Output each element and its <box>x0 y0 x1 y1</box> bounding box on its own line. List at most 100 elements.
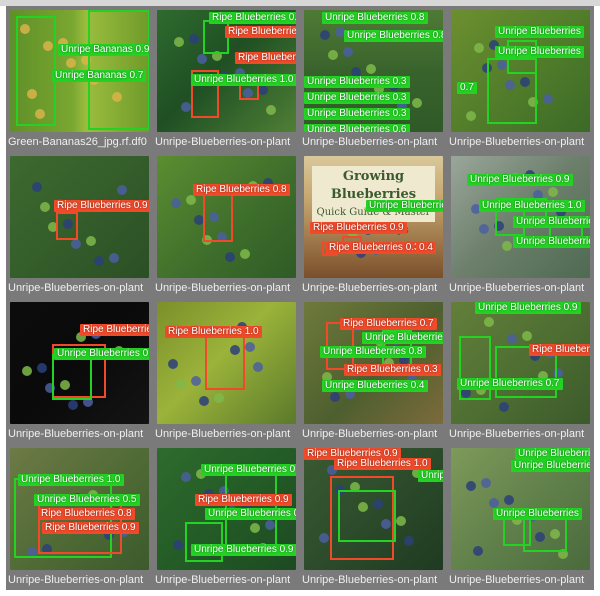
detection-label: Unripe Bananas 0.7 <box>52 70 147 82</box>
fruit-dot <box>174 37 184 47</box>
fruit-dot <box>176 379 186 389</box>
detection-label: 0.7 <box>457 82 477 94</box>
detection-label: Unripe Blueberries <box>495 46 584 58</box>
fruit-dot <box>473 546 483 556</box>
fruit-dot <box>253 362 263 372</box>
fruit-dot <box>66 58 76 68</box>
fruit-dot <box>225 252 235 262</box>
tile-image: Unripe Blueberries Unripe Blueberries 0.7 <box>451 10 590 132</box>
fruit-dot <box>109 253 119 263</box>
detection-label: Ripe Blueberries 0.9 <box>195 494 292 506</box>
fruit-dot <box>330 392 340 402</box>
detection-label: Unripe Blueberries 0.8 <box>320 346 426 358</box>
tile-12: Unripe Blueberries 0.9 Ripe Blueberries Un… <box>447 298 594 444</box>
bounding-box <box>459 336 491 400</box>
detection-label: Ripe Blueberries 1.0 <box>235 52 296 64</box>
detection-label: Unripe Blueberries 0.8 <box>344 30 443 42</box>
tile-filename: Unripe-Blueberries-on-plant <box>449 574 585 586</box>
tile-filename: Unripe-Blueberries-on-plant <box>302 282 438 294</box>
detection-mosaic: Unripe Bananas 0.9 Unripe Bananas 0.7 Gree… <box>0 0 600 596</box>
detection-label: Unripe Blueberries 0.4 <box>201 464 296 476</box>
tile-filename: Unripe-Blueberries-on-plant <box>155 136 291 148</box>
tile-image: Unripe Blueberries 0.9 Unripe Blueberries… <box>451 156 590 278</box>
detection-label: Unripe Blueberries <box>511 460 590 472</box>
tile-image: Ripe Blueberries 1.0 Unripe Blueberries 0… <box>10 302 149 424</box>
tile-16: Unripe Blueberries 0.3Unripe Blueberries… <box>447 444 594 590</box>
fruit-dot <box>245 342 255 352</box>
detection-label: Unripe Blueberries 0.7 <box>457 378 563 390</box>
tile-13: Unripe Blueberries 1.0 Unripe Blueberries… <box>6 444 153 590</box>
detection-label: Ripe Blueberries 1.0 <box>80 324 149 336</box>
fruit-dot <box>68 400 78 410</box>
detection-label: Unripe Bananas 0.9 <box>58 44 149 56</box>
fruit-dot <box>499 402 509 412</box>
tile-5: Ripe Blueberries 0.9 Unripe-Blueberries-o… <box>6 152 153 298</box>
fruit-dot <box>466 111 476 121</box>
detection-label: Unripe Blueberries 0.9 <box>418 470 443 482</box>
tile-image: Unripe Blueberries 1.0 Unripe Blueberries… <box>10 448 149 570</box>
fruit-dot <box>502 241 512 251</box>
tile-filename: Green-Bananas26_jpg.rf.df0 <box>8 136 147 148</box>
tile-2: Ripe Blueberries 0.3 Ripe Blueberries 0.9… <box>153 6 300 152</box>
fruit-dot <box>484 317 494 327</box>
fruit-dot <box>507 334 517 344</box>
fruit-dot <box>32 182 42 192</box>
bounding-box <box>338 490 396 542</box>
detection-label: Unripe Blueberries 1.0 <box>18 474 124 486</box>
detection-label: 0.4 <box>416 242 436 254</box>
fruit-dot <box>266 105 276 115</box>
fruit-dot <box>396 516 406 526</box>
fruit-dot <box>189 34 199 44</box>
fruit-dot <box>474 43 484 53</box>
detection-label: Unripe Blueberries 0.8 <box>322 12 428 24</box>
fruit-dot <box>466 481 476 491</box>
tile-filename: Unripe-Blueberries-on-plant <box>8 428 144 440</box>
detection-label: Ripe Blueberries 1.0 <box>165 326 262 338</box>
fruit-dot <box>117 185 127 195</box>
detection-label: Ripe Blueberries 0.9 <box>54 200 149 212</box>
detection-label: Unripe Blueberries 0.6 <box>304 124 410 132</box>
detection-label: Unripe Blueberries <box>513 216 590 228</box>
fruit-dot <box>479 224 489 234</box>
detection-label: Unripe Blueberries 0.5 <box>34 494 140 506</box>
detection-label: Unripe Blueberries 0.9 <box>362 332 443 344</box>
detection-label: Ripe Blueberries 0.3 <box>209 12 296 24</box>
tile-image: Unripe Blueberries 0.9 Ripe Blueberries Un… <box>451 302 590 424</box>
bounding-box <box>185 522 223 562</box>
fruit-dot <box>22 366 32 376</box>
fruit-dot <box>40 202 50 212</box>
detection-label: Unripe Blueberries 0.4 <box>322 380 428 392</box>
detection-label: Ripe Blueberries 0.9 <box>42 522 139 534</box>
fruit-dot <box>181 472 191 482</box>
fruit-dot <box>543 94 553 104</box>
fruit-dot <box>168 359 178 369</box>
fruit-dot <box>199 396 209 406</box>
tile-image: Ripe Blueberries 0.3 Ripe Blueberries 0.9… <box>157 10 296 132</box>
tile-10: Ripe Blueberries 1.0 Unripe-Blueberries-o… <box>153 298 300 444</box>
fruit-dot <box>481 478 491 488</box>
detection-label: Unripe Blueberries 1.0 <box>191 74 296 86</box>
detection-label: Unripe Blueberries 0.3 <box>304 92 410 104</box>
fruit-dot <box>489 498 499 508</box>
detection-label: Ripe Blueberries 0.7 <box>340 318 437 330</box>
tile-14: Unripe Blueberries 0.4 Ripe Blueberries 0… <box>153 444 300 590</box>
detection-label: Unripe Blueberries 0.9 <box>475 302 581 314</box>
detection-label: Ripe Blueberries 1.0 <box>334 458 431 470</box>
detection-label: Unripe Blueberries 0.3 <box>515 448 590 460</box>
tile-4: Unripe Blueberries Unripe Blueberries 0.7 U… <box>447 6 594 152</box>
fruit-dot <box>94 256 104 266</box>
tile-image: Unripe Bananas 0.9 Unripe Bananas 0.7 <box>10 10 149 132</box>
fruit-dot <box>258 85 268 95</box>
fruit-dot <box>366 64 376 74</box>
tile-1: Unripe Bananas 0.9 Unripe Bananas 0.7 Gree… <box>6 6 153 152</box>
fruit-dot <box>181 102 191 112</box>
fruit-dot <box>504 495 514 505</box>
tile-9: Ripe Blueberries 1.0 Unripe Blueberries 0… <box>6 298 153 444</box>
bounding-box <box>52 354 92 400</box>
detection-label: Unripe Blueberries 0.3 <box>304 108 410 120</box>
tile-filename: Unripe-Blueberries-on-plant <box>8 574 144 586</box>
detection-label: Ripe Blueberries 0.9 <box>225 26 296 38</box>
tile-image: Unripe Blueberries 0.3Unripe Blueberries… <box>451 448 590 570</box>
fruit-dot <box>522 331 532 341</box>
tile-image: Unripe Blueberries 0.8 Unripe Blueberries… <box>304 10 443 132</box>
